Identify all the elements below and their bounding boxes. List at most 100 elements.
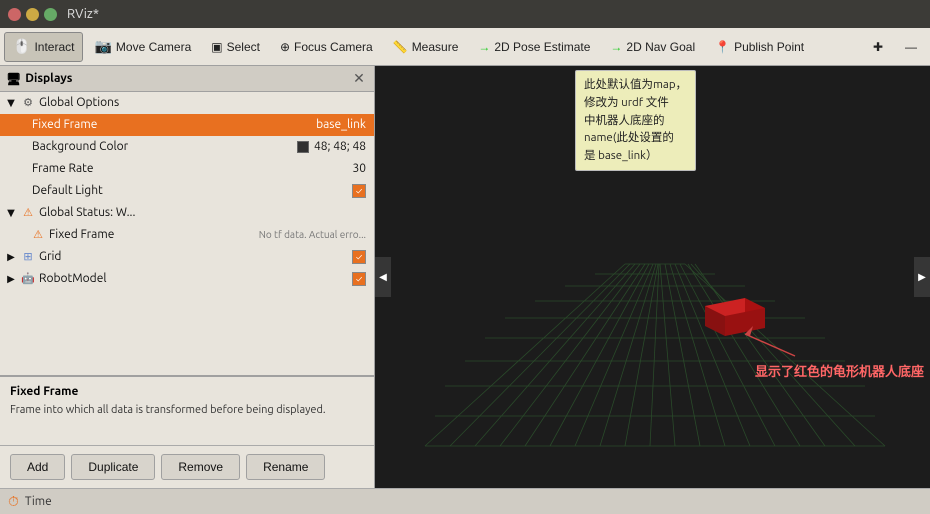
fixed-frame-status-item[interactable]: ⚠ Fixed Frame No tf data. Actual erro... bbox=[0, 224, 374, 246]
robot-model-item[interactable]: ▶ 🤖 RobotModel bbox=[0, 268, 374, 290]
plus-icon: ✚ bbox=[873, 40, 883, 54]
measure-icon: 📏 bbox=[393, 40, 408, 54]
default-light-label: Default Light bbox=[32, 184, 103, 197]
close-button[interactable] bbox=[8, 8, 21, 21]
window-title: RViz* bbox=[67, 7, 99, 21]
monitor-icon: 🖥 bbox=[6, 72, 21, 86]
remove-panel-button[interactable]: — bbox=[896, 32, 926, 62]
move-camera-label: Move Camera bbox=[116, 40, 191, 54]
minimize-button[interactable] bbox=[26, 8, 39, 21]
background-color-label: Background Color bbox=[32, 140, 128, 153]
move-camera-button[interactable]: 📷 Move Camera bbox=[85, 32, 200, 62]
interact-icon: 🖱️ bbox=[13, 38, 30, 55]
interact-button[interactable]: 🖱️ Interact bbox=[4, 32, 83, 62]
pose-estimate-label: 2D Pose Estimate bbox=[494, 40, 590, 54]
description-area: Fixed Frame Frame into which all data is… bbox=[0, 375, 374, 445]
titlebar-buttons bbox=[8, 8, 57, 21]
pose-estimate-button[interactable]: → 2D Pose Estimate bbox=[469, 32, 599, 62]
time-icon: ⏱ bbox=[8, 493, 19, 510]
publish-point-button[interactable]: 📍 Publish Point bbox=[706, 32, 813, 62]
grid-enabled-checkbox[interactable] bbox=[352, 250, 366, 264]
global-status-label: Global Status: W... bbox=[39, 206, 135, 219]
select-icon: ▣ bbox=[211, 40, 222, 54]
grid-label: Grid bbox=[39, 250, 61, 263]
background-color-value: 48; 48; 48 bbox=[297, 140, 374, 153]
tree-panel[interactable]: ▼ ⚙ Global Options Fixed Frame base_link… bbox=[0, 92, 374, 375]
warning-icon: ⚠ bbox=[20, 205, 36, 221]
interact-label: Interact bbox=[34, 40, 74, 54]
annotation-line4: name(此处设置的 bbox=[584, 131, 674, 144]
measure-label: Measure bbox=[412, 40, 459, 54]
grid-checkbox bbox=[352, 250, 374, 264]
global-options-item[interactable]: ▼ ⚙ Global Options bbox=[0, 92, 374, 114]
global-status-item[interactable]: ▼ ⚠ Global Status: W... bbox=[0, 202, 374, 224]
default-light-checkbox[interactable] bbox=[352, 184, 366, 198]
description-title: Fixed Frame bbox=[10, 385, 364, 398]
add-panel-button[interactable]: ✚ bbox=[864, 32, 892, 62]
toolbar: 🖱️ Interact 📷 Move Camera ▣ Select ⊕ Foc… bbox=[0, 28, 930, 66]
fixed-frame-warning-icon: ⚠ bbox=[30, 227, 46, 243]
expand-arrow: ▼ bbox=[4, 97, 18, 109]
frame-rate-item[interactable]: Frame Rate 30 bbox=[0, 158, 374, 180]
status-label: Time bbox=[25, 495, 52, 508]
background-color-item[interactable]: Background Color 48; 48; 48 bbox=[0, 136, 374, 158]
remove-button[interactable]: Remove bbox=[161, 454, 240, 480]
fixed-frame-status-value: No tf data. Actual erro... bbox=[259, 229, 374, 240]
minus-icon: — bbox=[905, 40, 917, 54]
duplicate-button[interactable]: Duplicate bbox=[71, 454, 155, 480]
frame-rate-label: Frame Rate bbox=[32, 162, 93, 175]
left-panel: 🖥 Displays ✕ ▼ ⚙ Global Options Fixed Fr… bbox=[0, 66, 375, 488]
nav-goal-button[interactable]: → 2D Nav Goal bbox=[601, 32, 704, 62]
select-label: Select bbox=[227, 40, 260, 54]
displays-header-left: 🖥 Displays bbox=[6, 72, 72, 86]
description-text: Frame into which all data is transformed… bbox=[10, 402, 364, 419]
annotation-line3: 中机器人底座的 bbox=[584, 114, 665, 127]
robot-model-arrow: ▶ bbox=[4, 273, 18, 285]
color-swatch bbox=[297, 141, 309, 153]
fixed-frame-label: Fixed Frame bbox=[32, 118, 97, 131]
grid-icon: ⊞ bbox=[20, 249, 36, 265]
measure-button[interactable]: 📏 Measure bbox=[384, 32, 468, 62]
focus-camera-label: Focus Camera bbox=[294, 40, 373, 54]
annotation-line1: 此处默认值为map， bbox=[584, 78, 687, 91]
nav-goal-label: 2D Nav Goal bbox=[626, 40, 695, 54]
publish-point-icon: 📍 bbox=[715, 40, 730, 54]
annotation-line2: 修改为 urdf 文件 bbox=[584, 96, 669, 109]
nav-goal-icon: → bbox=[610, 40, 622, 54]
svg-text:显示了红色的龟形机器人底座: 显示了红色的龟形机器人底座 bbox=[755, 364, 924, 379]
focus-camera-button[interactable]: ⊕ Focus Camera bbox=[271, 32, 382, 62]
add-button[interactable]: Add bbox=[10, 454, 65, 480]
global-status-arrow: ▼ bbox=[4, 207, 18, 219]
scroll-right-button[interactable]: ▶ bbox=[914, 257, 930, 297]
default-light-item[interactable]: Default Light bbox=[0, 180, 374, 202]
gear-icon: ⚙ bbox=[20, 95, 36, 111]
displays-close-button[interactable]: ✕ bbox=[350, 70, 368, 88]
fixed-frame-status-label: Fixed Frame bbox=[49, 228, 114, 241]
grid-arrow: ▶ bbox=[4, 251, 18, 263]
default-light-value bbox=[352, 184, 374, 198]
displays-header: 🖥 Displays ✕ bbox=[0, 66, 374, 92]
fixed-frame-item[interactable]: Fixed Frame base_link bbox=[0, 114, 374, 136]
toolbar-right: ✚ — bbox=[864, 32, 926, 62]
viewport[interactable]: 显示了红色的龟形机器人底座 此处默认值为map， 修改为 urdf 文件 中机器… bbox=[375, 66, 930, 488]
maximize-button[interactable] bbox=[44, 8, 57, 21]
frame-rate-value: 30 bbox=[352, 162, 374, 175]
pose-estimate-icon: → bbox=[478, 40, 490, 54]
rename-button[interactable]: Rename bbox=[246, 454, 325, 480]
select-button[interactable]: ▣ Select bbox=[202, 32, 269, 62]
scroll-left-button[interactable]: ◀ bbox=[375, 257, 391, 297]
robot-model-label: RobotModel bbox=[39, 272, 106, 285]
robot-model-checkbox bbox=[352, 272, 374, 286]
grid-item[interactable]: ▶ ⊞ Grid bbox=[0, 246, 374, 268]
displays-title: Displays bbox=[25, 72, 72, 85]
move-camera-icon: 📷 bbox=[94, 38, 111, 55]
annotation-bubble: 此处默认值为map， 修改为 urdf 文件 中机器人底座的 name(此处设置… bbox=[575, 70, 696, 171]
focus-camera-icon: ⊕ bbox=[280, 40, 290, 54]
publish-point-label: Publish Point bbox=[734, 40, 804, 54]
robot-icon: 🤖 bbox=[20, 271, 36, 287]
robot-model-enabled-checkbox[interactable] bbox=[352, 272, 366, 286]
bg-color-numbers: 48; 48; 48 bbox=[314, 140, 366, 153]
fixed-frame-value: base_link bbox=[316, 118, 374, 131]
bottom-buttons: Add Duplicate Remove Rename bbox=[0, 445, 374, 488]
titlebar: RViz* bbox=[0, 0, 930, 28]
